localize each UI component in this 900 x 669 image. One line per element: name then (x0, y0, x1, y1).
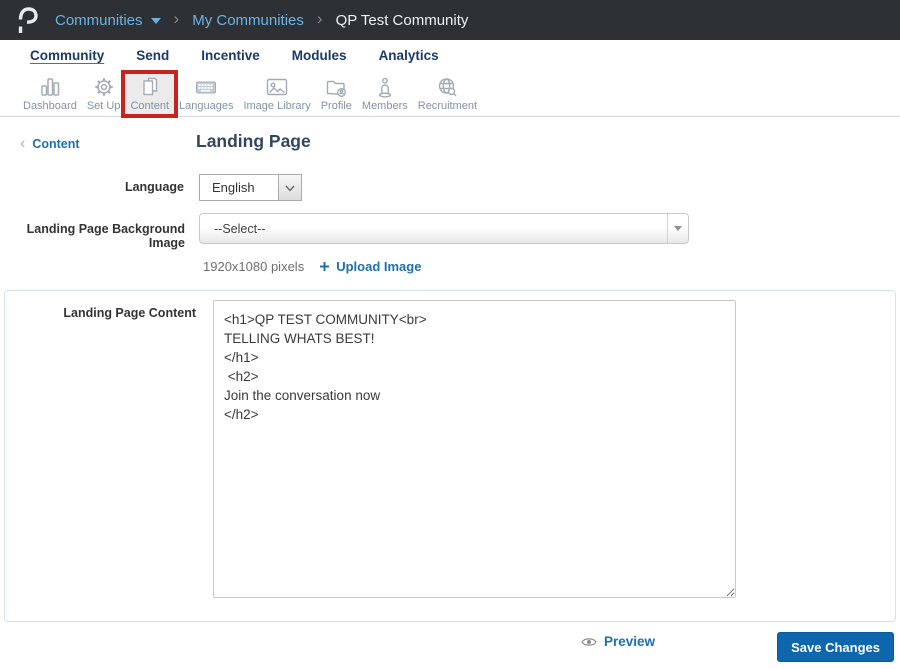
language-select-value: English (212, 180, 255, 195)
background-image-label: Landing Page Background Image (26, 222, 185, 250)
upload-image-label: Upload Image (336, 259, 422, 274)
toolbar-item-content[interactable]: Content (121, 70, 178, 118)
tab-analytics[interactable]: Analytics (379, 48, 439, 63)
back-link-label: Content (32, 137, 80, 151)
save-changes-button[interactable]: Save Changes (777, 632, 894, 662)
landing-page-content-textarea[interactable]: <h1>QP TEST COMMUNITY<br> TELLING WHATS … (213, 300, 736, 598)
topbar: Communities › My Communities › QP Test C… (0, 0, 900, 40)
breadcrumb-my-communities[interactable]: My Communities (192, 12, 304, 29)
globe-search-icon (439, 78, 457, 97)
chevron-left-icon: ‹ (20, 135, 26, 152)
tab-send[interactable]: Send (136, 48, 169, 63)
plus-icon (320, 262, 330, 271)
page-title: Landing Page (196, 131, 311, 151)
toolbar-item-dashboard[interactable]: Dashboard (18, 74, 82, 114)
language-select[interactable]: English (199, 174, 302, 201)
tab-incentive[interactable]: Incentive (201, 48, 260, 63)
folder-person-icon (327, 80, 347, 97)
documents-icon (143, 77, 157, 96)
image-dimensions-hint: 1920x1080 pixels (203, 259, 305, 274)
toolbar-item-members[interactable]: Members (357, 74, 413, 114)
toolbar-item-label: Dashboard (23, 100, 77, 112)
picture-icon (266, 78, 288, 96)
main-nav: Community Send Incentive Modules Analyti… (0, 40, 900, 71)
breadcrumb-separator: › (173, 9, 180, 28)
preview-label: Preview (604, 634, 656, 649)
tab-community[interactable]: Community (30, 48, 104, 63)
toolbar-item-label: Image Library (243, 100, 311, 112)
toolbar-item-languages[interactable]: Languages (174, 74, 238, 114)
toolbar-item-label: Recruitment (417, 100, 478, 112)
breadcrumb-separator: › (316, 9, 323, 28)
background-image-select-value: --Select-- (214, 221, 266, 236)
breadcrumb-current-page: QP Test Community (335, 11, 469, 29)
language-label: Language (124, 180, 184, 194)
bar-chart-icon (41, 78, 60, 96)
toolbar-item-label: Set Up (86, 100, 121, 112)
back-to-content-link[interactable]: ‹ Content (20, 136, 80, 152)
chevron-down-icon (278, 175, 301, 200)
eye-icon (581, 637, 597, 646)
toolbar-item-profile[interactable]: Profile (316, 74, 357, 114)
gear-icon (94, 78, 113, 96)
person-icon (378, 77, 392, 98)
community-toolbar: Dashboard Set Up Content Languages Image… (0, 70, 900, 118)
toolbar-item-image-library[interactable]: Image Library (238, 74, 315, 114)
tab-modules[interactable]: Modules (292, 48, 347, 63)
toolbar-item-label: Profile (320, 100, 352, 112)
preview-link[interactable]: Preview (581, 634, 655, 649)
triangle-down-icon (667, 214, 688, 243)
communities-menu-label: Communities (55, 11, 143, 29)
background-image-select[interactable]: --Select-- (199, 213, 689, 244)
upload-image-link[interactable]: Upload Image (319, 259, 421, 274)
content-label: Landing Page Content (63, 306, 196, 320)
app-logo[interactable] (16, 6, 39, 34)
toolbar-item-label: Content (130, 100, 169, 112)
logo-icon (18, 7, 38, 33)
upload-row: 1920x1080 pixels Upload Image (203, 259, 421, 274)
toolbar-item-label: Languages (179, 100, 234, 112)
toolbar-item-label: Members (361, 100, 408, 112)
toolbar-item-setup[interactable]: Set Up (82, 74, 126, 114)
caret-down-icon (150, 18, 161, 24)
communities-menu[interactable]: Communities (55, 12, 161, 29)
keyboard-icon (196, 81, 217, 94)
toolbar-item-recruitment[interactable]: Recruitment (413, 74, 482, 114)
